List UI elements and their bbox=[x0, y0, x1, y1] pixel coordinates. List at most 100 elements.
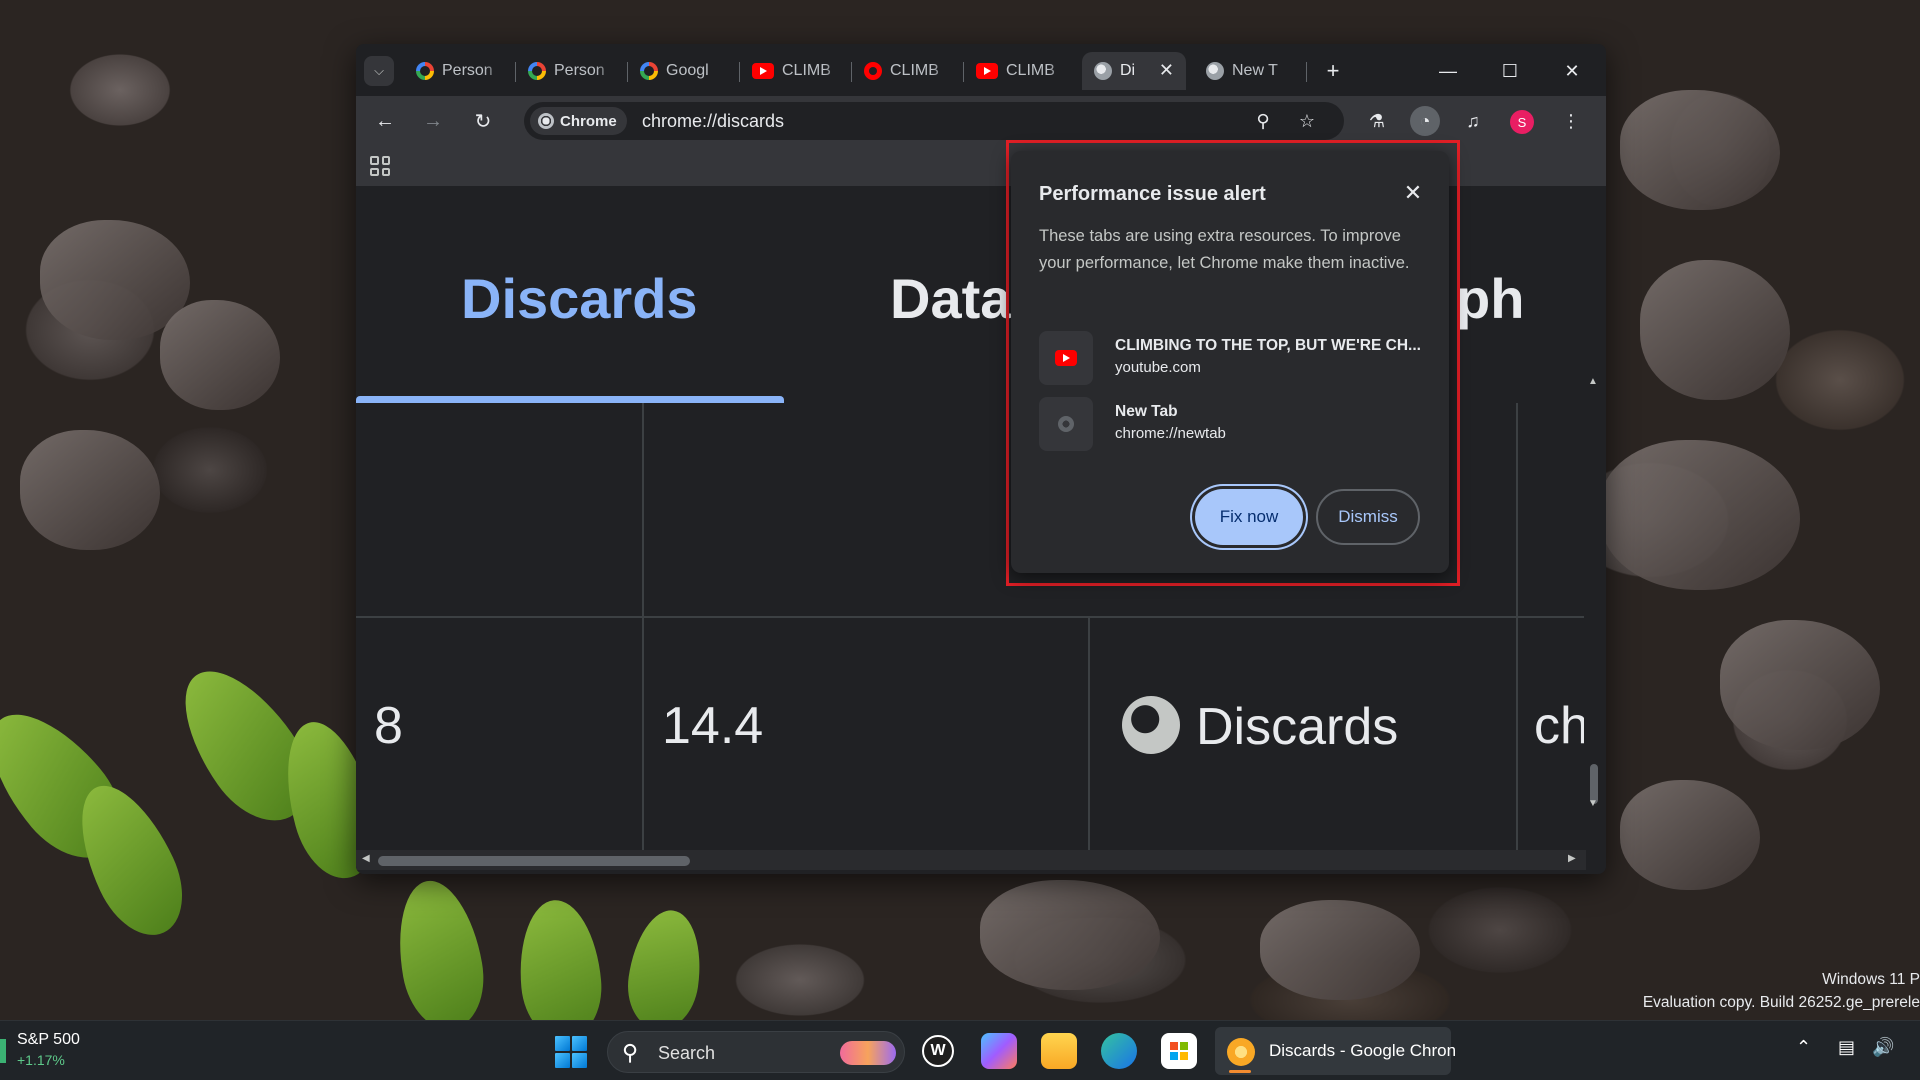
address-bar[interactable]: Chrome chrome://discards ⚲ ☆ bbox=[524, 102, 1344, 140]
tab-label: Di bbox=[1120, 62, 1136, 79]
reload-button[interactable]: ↻ bbox=[468, 106, 498, 136]
media-controls-icon[interactable]: ♫ bbox=[1458, 106, 1488, 136]
browser-tab[interactable]: Person bbox=[516, 52, 624, 90]
table-cell-title: Discards bbox=[1122, 696, 1398, 757]
wallpaper-rock bbox=[1640, 260, 1790, 400]
arrow-left-icon: ← bbox=[375, 109, 395, 132]
close-icon: ✕ bbox=[1564, 60, 1580, 81]
close-window-button[interactable]: ✕ bbox=[1550, 54, 1594, 88]
browser-tab[interactable]: CLIMB bbox=[740, 52, 848, 90]
taskbar-running-app[interactable]: Discards - Google Chron bbox=[1215, 1027, 1456, 1075]
youtube-icon bbox=[1055, 350, 1077, 366]
google-icon bbox=[416, 62, 434, 80]
stock-name: S&P 500 bbox=[17, 1031, 80, 1048]
page-tab-graph[interactable]: ph bbox=[1456, 266, 1524, 331]
site-url: chrome://newtab bbox=[1115, 425, 1226, 442]
avatar-initial: S bbox=[1517, 114, 1527, 130]
affected-tab-item: CLIMBING TO THE TOP, BUT WE'RE CH... you… bbox=[1039, 329, 1429, 385]
browser-tab-active[interactable]: Di ✕ bbox=[1082, 52, 1186, 90]
tab-label: CLIMB bbox=[782, 62, 831, 79]
minimize-button[interactable]: — bbox=[1426, 54, 1470, 88]
table-column-divider bbox=[642, 403, 644, 850]
site-info-chip[interactable]: Chrome bbox=[530, 107, 627, 135]
start-button[interactable] bbox=[555, 1036, 587, 1068]
windows-watermark: Windows 11 P Evaluation copy. Build 2625… bbox=[1643, 968, 1920, 1014]
tab-label: Googl bbox=[666, 62, 709, 79]
forward-button[interactable]: → bbox=[418, 106, 448, 136]
wallpaper-rock bbox=[980, 880, 1160, 990]
wallpaper-rock bbox=[20, 430, 160, 550]
search-icon: ⚲ bbox=[622, 1040, 639, 1065]
microsoft-store-icon[interactable] bbox=[1161, 1033, 1197, 1069]
bookmark-star-icon[interactable]: ☆ bbox=[1294, 108, 1320, 134]
scroll-right-icon[interactable]: ▶ bbox=[1568, 853, 1576, 864]
search-placeholder: Search bbox=[658, 1043, 716, 1063]
wallpaper-rock bbox=[160, 300, 280, 410]
chevron-up-icon[interactable]: ⌃ bbox=[1796, 1037, 1811, 1058]
scroll-left-icon[interactable]: ◀ bbox=[362, 853, 370, 864]
maximize-button[interactable]: ☐ bbox=[1488, 54, 1532, 88]
chrome-icon bbox=[1058, 416, 1074, 432]
running-app-label: Discards - Google Chron bbox=[1269, 1041, 1457, 1060]
site-title: CLIMBING TO THE TOP, BUT WE'RE CH... bbox=[1115, 337, 1421, 354]
url-text[interactable]: chrome://discards bbox=[642, 111, 784, 132]
scroll-down-icon[interactable]: ▼ bbox=[1588, 798, 1598, 809]
page-tab-discards[interactable]: Discards bbox=[461, 266, 698, 331]
edge-browser-icon[interactable] bbox=[1101, 1033, 1137, 1069]
horizontal-scrollbar[interactable]: ◀ ▶ bbox=[356, 850, 1586, 870]
browser-tab[interactable]: CLIMB bbox=[852, 52, 960, 90]
taskbar-search[interactable]: ⚲ Search bbox=[607, 1031, 905, 1073]
fix-now-button[interactable]: Fix now bbox=[1195, 489, 1303, 545]
avatar[interactable]: S bbox=[1510, 110, 1534, 134]
chrome-canary-icon bbox=[1227, 1038, 1255, 1066]
wordpress-app-icon[interactable]: W bbox=[922, 1035, 954, 1067]
stock-trend-icon bbox=[0, 1039, 6, 1063]
table-cell: 14.4 bbox=[662, 697, 764, 755]
affected-tab-item: New Tab chrome://newtab bbox=[1039, 395, 1429, 451]
scrollbar-thumb[interactable] bbox=[378, 856, 690, 866]
dialog-title: Performance issue alert bbox=[1039, 183, 1266, 205]
tab-separator bbox=[1306, 62, 1307, 82]
scroll-up-icon[interactable]: ▲ bbox=[1588, 376, 1598, 387]
more-menu-icon[interactable]: ⋮ bbox=[1556, 106, 1586, 136]
browser-toolbar: ← → ↻ Chrome chrome://discards ⚲ ☆ ⚗ ◔ ♫… bbox=[356, 96, 1606, 146]
taskbar: S&P 500 +1.17% ⚲ Search W Discards - Goo… bbox=[0, 1020, 1920, 1080]
dialog-close-button[interactable]: ✕ bbox=[1399, 179, 1427, 207]
volume-icon[interactable]: 🔊 bbox=[1872, 1037, 1894, 1058]
wallpaper-leaf bbox=[387, 874, 493, 1036]
chip-label: Chrome bbox=[560, 112, 617, 130]
browser-tab[interactable]: Googl bbox=[628, 52, 736, 90]
labs-flask-icon[interactable]: ⚗ bbox=[1362, 106, 1392, 136]
new-tab-button[interactable]: + bbox=[1318, 56, 1348, 86]
tab-search-button[interactable]: ⌵ bbox=[364, 56, 394, 86]
stock-widget[interactable]: S&P 500 +1.17% bbox=[0, 1031, 110, 1071]
table-column-divider bbox=[1088, 616, 1090, 850]
selected-tab-indicator bbox=[356, 396, 784, 403]
browser-tab[interactable]: CLIMB bbox=[964, 52, 1072, 90]
dismiss-button[interactable]: Dismiss bbox=[1316, 489, 1420, 545]
browser-tab[interactable]: New T bbox=[1194, 52, 1304, 90]
google-icon bbox=[528, 62, 546, 80]
network-icon[interactable]: ▤ bbox=[1838, 1037, 1855, 1058]
browser-tab[interactable]: Person bbox=[404, 52, 512, 90]
wallpaper-rock bbox=[1720, 620, 1880, 750]
back-button[interactable]: ← bbox=[370, 106, 400, 136]
wallpaper-rock bbox=[1600, 440, 1800, 590]
close-icon[interactable]: ✕ bbox=[1159, 60, 1174, 81]
table-column-divider bbox=[1516, 403, 1518, 850]
vertical-scrollbar[interactable]: ▲ ▼ bbox=[1584, 374, 1604, 814]
globe-icon bbox=[1094, 62, 1112, 80]
chevron-down-icon: ⌵ bbox=[374, 63, 384, 78]
table-row-divider bbox=[356, 616, 1584, 618]
youtube-recording-icon bbox=[864, 62, 882, 80]
copilot-app-icon[interactable] bbox=[981, 1033, 1017, 1069]
cell-text: Discards bbox=[1196, 698, 1399, 756]
file-explorer-icon[interactable] bbox=[1041, 1033, 1077, 1069]
apps-grid-icon[interactable] bbox=[370, 156, 390, 176]
performance-gauge-icon[interactable]: ◔ bbox=[1410, 106, 1440, 136]
globe-icon bbox=[1122, 696, 1180, 754]
plus-icon: + bbox=[1326, 58, 1340, 83]
zoom-icon[interactable]: ⚲ bbox=[1250, 108, 1276, 134]
wallpaper-leaf bbox=[621, 905, 709, 1035]
page-tab-database[interactable]: Data bbox=[890, 266, 1011, 331]
